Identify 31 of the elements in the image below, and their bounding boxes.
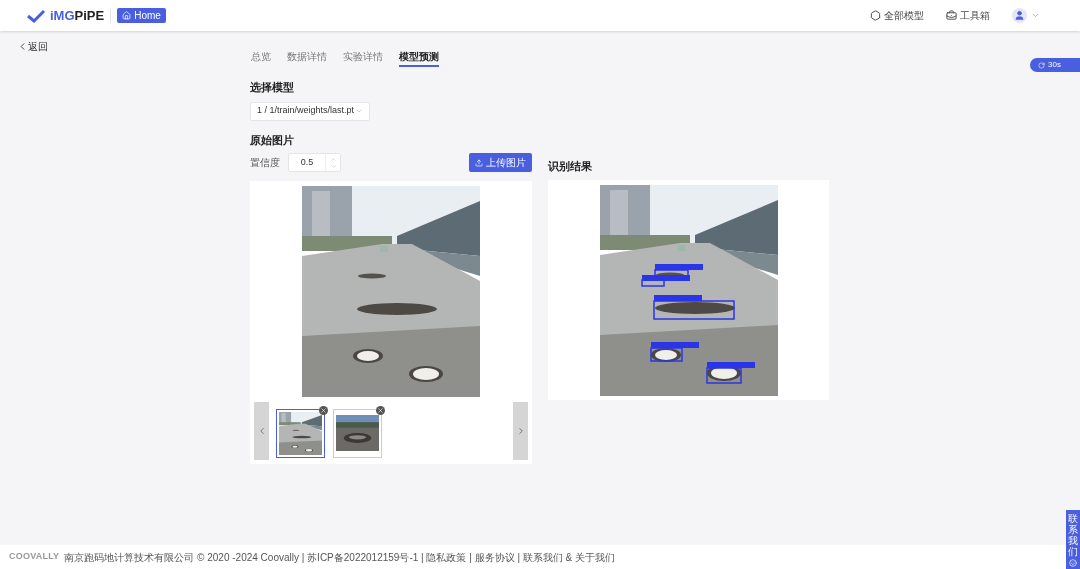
back-link[interactable]: 返回 [17,39,48,54]
section-title: 选择模型 [250,80,295,95]
logo-icon [26,8,46,23]
tab[interactable]: 数据详情 [287,49,327,67]
tab[interactable]: 模型预测 [399,49,439,67]
caret-icon [1031,11,1040,20]
home-button[interactable]: Home [117,8,166,23]
footer-text: 南京跑码地计算技术有限公司 © 2020 -2024 Coovally | 苏ICP备2022012159号-1 | 隐私政策 | 服务协议 | 联系我们 & 关于我们 [64,550,615,565]
section-title: 识别结果 [548,158,593,174]
section-title: 原始图片 [250,132,295,148]
footer-brand: COOVALLY [9,550,60,564]
tab[interactable]: 总览 [251,49,271,67]
logo-text: iMGPiPE [50,6,105,25]
thumbnail[interactable] [276,408,325,458]
home-icon [122,11,132,20]
contact-tab[interactable]: 联系我们 [1066,510,1080,569]
smiley-icon [1069,559,1077,567]
upload-button[interactable]: 上传图片 [469,153,532,172]
hexagon-icon [870,10,881,21]
model-select[interactable]: 1 / 1/train/weights/last.pt [250,101,370,121]
confidence-label: 置信度 [250,156,280,170]
avatar-icon [1012,8,1027,23]
tab[interactable]: 实验详情 [343,49,383,67]
caret-icon [355,107,363,115]
timer-badge[interactable]: 30s [1030,58,1080,72]
nav-link[interactable]: 工具箱 [946,8,990,23]
remove-icon[interactable] [319,405,328,415]
briefcase-icon [946,10,957,21]
upload-icon [475,158,483,167]
remove-icon[interactable] [376,405,385,415]
nav-link[interactable]: 全部模型 [870,8,924,23]
